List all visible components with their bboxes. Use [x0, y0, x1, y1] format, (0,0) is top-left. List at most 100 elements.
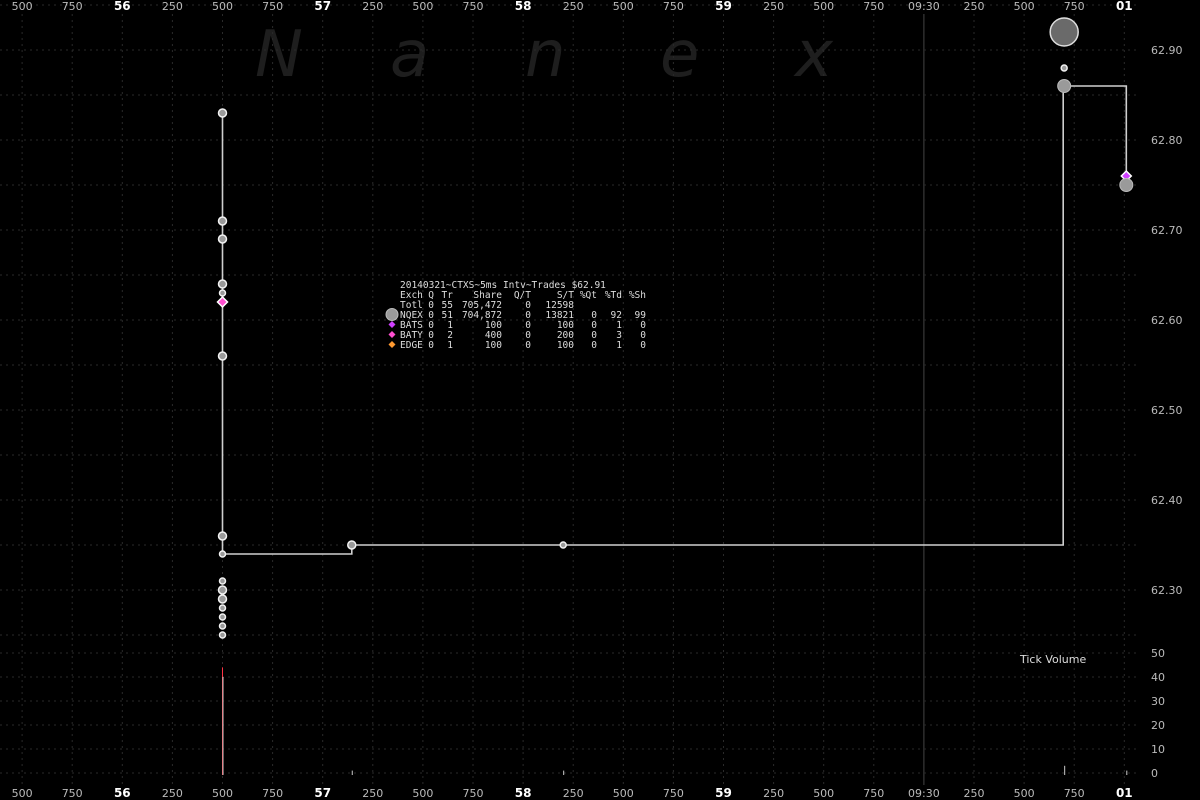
legend-header-cell: %Qt	[580, 290, 597, 301]
trade-marker-nqex	[1060, 64, 1068, 72]
x-tick-label: 250	[563, 787, 584, 800]
x-axis-top: 500 750 56 250 500 750 57 250 500 750 58 250 500 750 5…	[12, 0, 1133, 13]
watermark: Nanex	[255, 18, 834, 92]
legend-cell: EDGE	[400, 340, 423, 351]
x-tick-label: 500	[613, 0, 634, 13]
legend-marker	[388, 331, 396, 338]
x-tick-label: 500	[412, 0, 433, 13]
x-tick-label: 500	[212, 0, 233, 13]
trade-marker-nqex	[218, 631, 227, 639]
price-tick-label: 62.30	[1151, 584, 1183, 597]
trade-marker-nqex	[217, 234, 228, 244]
volume-axis: 0 10 20 30 40 50	[1151, 647, 1165, 780]
volume-axis-label: Tick Volume	[1019, 653, 1086, 666]
x-tick-label: 500	[613, 787, 634, 800]
trade-marker-nqex	[218, 550, 227, 558]
x-tick-label: 250	[362, 0, 383, 13]
legend-marker	[388, 341, 396, 348]
trade-marker-nqex	[217, 594, 228, 604]
x-tick-label: 750	[262, 787, 283, 800]
legend-cell: 0	[591, 340, 597, 351]
legend-cell: 0	[428, 340, 434, 351]
x-tick-label: 500	[12, 0, 33, 13]
x-tick-label: 250	[162, 0, 183, 13]
x-tick-label: 250	[162, 787, 183, 800]
price-tick-label: 62.40	[1151, 494, 1183, 507]
x-tick-label: 750	[62, 787, 83, 800]
legend: 20140321~CTXS~5ms Intv~Trades $62.91Exch…	[385, 280, 646, 351]
trade-marker-nqex	[347, 540, 357, 550]
trade-marker-nqex	[1119, 178, 1134, 192]
x-tick-label: 250	[362, 787, 383, 800]
trade-marker-nqex	[218, 613, 227, 621]
legend-header-cell: %Sh	[629, 290, 646, 301]
trade-chart: Nanex 500 750 56 250 500 750 57 250 500 750 58 250 5…	[0, 0, 1183, 800]
x-tick-label: 57	[314, 0, 331, 13]
price-axis: 62.30 62.40 62.50 62.60 62.70 62.80 62.90	[1151, 44, 1183, 597]
volume-tick-label: 10	[1151, 743, 1165, 756]
trade-marker-nqex	[218, 622, 227, 630]
grid	[0, 4, 1140, 785]
x-tick-label: 01	[1116, 0, 1133, 13]
x-tick-label: 09:30	[908, 787, 940, 800]
legend-cell: 0	[525, 340, 531, 351]
x-tick-label: 250	[964, 787, 985, 800]
x-tick-label: 750	[1064, 0, 1085, 13]
trade-marker-nqex	[218, 289, 227, 297]
volume-tick-label: 50	[1151, 647, 1165, 660]
x-tick-label: 59	[715, 0, 732, 13]
trade-marker-nqex	[559, 541, 567, 549]
x-tick-label: 500	[813, 787, 834, 800]
watermark-letter: N	[255, 18, 303, 92]
x-tick-label: 500	[412, 787, 433, 800]
trade-marker-baty	[216, 295, 229, 309]
x-tick-label: 01	[1116, 786, 1133, 800]
volume-bars	[222, 667, 1128, 775]
trade-marker-nqex	[217, 351, 228, 361]
x-tick-label: 500	[212, 787, 233, 800]
legend-marker	[385, 308, 399, 321]
legend-cell: 1	[616, 340, 622, 351]
legend-cell: 0	[640, 340, 646, 351]
x-tick-label: 500	[1014, 787, 1035, 800]
trade-marker-nqex	[217, 279, 228, 289]
x-tick-label: 250	[964, 0, 985, 13]
x-tick-label: 500	[1014, 0, 1035, 13]
trade-marker-nqex	[218, 604, 227, 612]
x-tick-label: 750	[663, 0, 684, 13]
watermark-letter: n	[525, 18, 566, 92]
volume-tick-label: 20	[1151, 719, 1165, 732]
volume-tick-label: 0	[1151, 767, 1158, 780]
x-tick-label: 58	[515, 0, 532, 13]
x-tick-label: 500	[12, 787, 33, 800]
x-axis-bottom: 500 750 56 250 500 750 57 250 500 750 58 250 500 750 5…	[12, 786, 1133, 800]
x-tick-label: 59	[715, 786, 732, 800]
price-tick-label: 62.80	[1151, 134, 1183, 147]
x-tick-label: 250	[763, 0, 784, 13]
x-tick-label: 57	[314, 786, 331, 800]
trade-marker-nqex	[1057, 79, 1072, 93]
price-tick-label: 62.70	[1151, 224, 1183, 237]
x-tick-label: 750	[1064, 787, 1085, 800]
price-tick-label: 62.60	[1151, 314, 1183, 327]
legend-header-cell: %Td	[605, 290, 622, 301]
price-tick-label: 62.50	[1151, 404, 1183, 417]
x-tick-label: 750	[262, 0, 283, 13]
trade-marker-nqex	[1049, 17, 1079, 47]
trade-marker-nqex	[218, 577, 227, 585]
x-tick-label: 750	[463, 0, 484, 13]
watermark-letter: e	[660, 18, 699, 92]
x-tick-label: 750	[62, 0, 83, 13]
volume-tick-label: 40	[1151, 671, 1165, 684]
trade-marker-nqex	[217, 585, 228, 595]
x-tick-label: 500	[813, 0, 834, 13]
x-tick-label: 58	[515, 786, 532, 800]
legend-cell: 100	[485, 340, 502, 351]
x-tick-label: 750	[863, 787, 884, 800]
legend-cell: 1	[447, 340, 453, 351]
x-tick-label: 09:30	[908, 0, 940, 13]
x-tick-label: 250	[763, 787, 784, 800]
price-tick-label: 62.90	[1151, 44, 1183, 57]
volume-tick-label: 30	[1151, 695, 1165, 708]
legend-cell: 100	[557, 340, 574, 351]
